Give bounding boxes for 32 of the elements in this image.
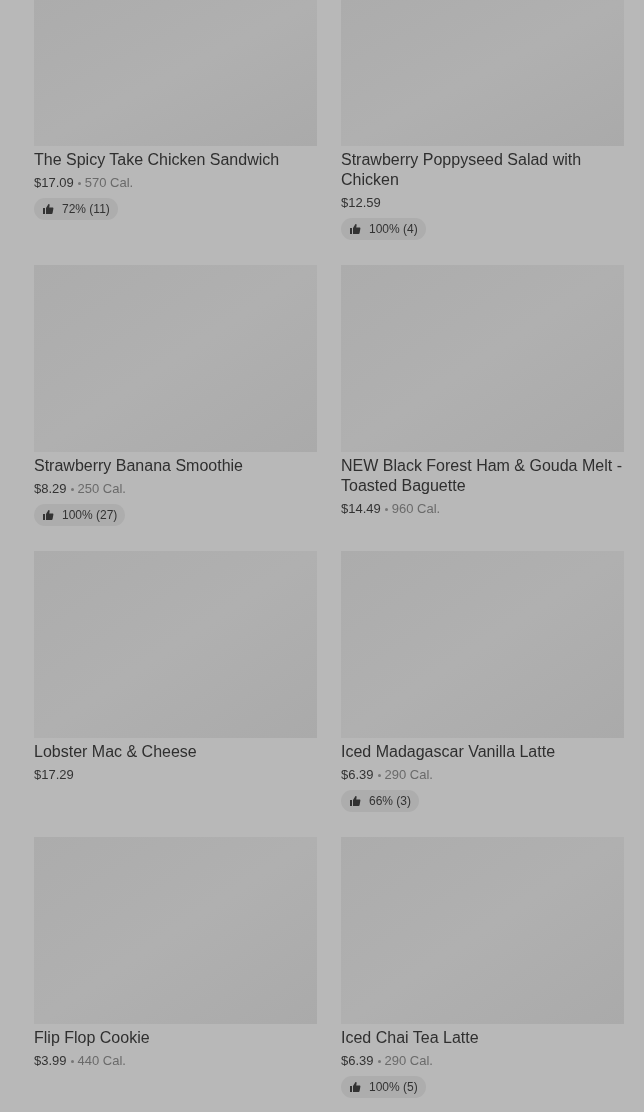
thumbs-up-icon [349,795,361,807]
item-calories: 960 Cal. [391,500,441,518]
item-name[interactable]: Iced Madagascar Vanilla Latte [341,742,624,762]
rating-text: 66% (3) [369,793,412,810]
item-name[interactable]: Iced Chai Tea Latte [341,1028,624,1048]
item-name[interactable]: Flip Flop Cookie [34,1028,317,1048]
rating-text: 100% (5) [369,1079,418,1096]
item-price: $3.99 [34,1052,67,1070]
rating-text: 72% (11) [62,201,110,218]
item-name[interactable]: Strawberry Poppyseed Salad with Chicken [341,150,624,190]
thumbs-up-icon [349,1081,361,1093]
item-calories: 250 Cal. [77,480,126,498]
item-name[interactable]: The Spicy Take Chicken Sandwich [34,150,317,170]
item-price: $17.09 [34,174,74,192]
rating-text: 100% (27) [62,507,118,524]
thumbs-up-icon [42,509,54,521]
thumbs-up-icon [42,203,54,215]
item-price: $6.39 [341,1052,374,1070]
item-calories: 290 Cal. [384,1052,433,1070]
item-name[interactable]: Lobster Mac & Cheese [34,742,317,762]
item-name[interactable]: Strawberry Banana Smoothie [34,456,317,476]
item-name[interactable]: NEW Black Forest Ham & Gouda Melt - Toasted Baguette [341,456,624,496]
item-price: $6.39 [341,766,374,784]
item-price: $8.29 [34,480,67,498]
thumbs-up-icon [349,223,361,235]
item-price: $17.29 [34,766,74,784]
item-calories: 570 Cal. [84,174,134,192]
item-price: $12.59 [341,194,381,212]
item-price: $14.49 [341,500,381,518]
item-calories: 440 Cal. [77,1052,126,1070]
rating-text: 100% (4) [369,221,418,238]
item-calories: 290 Cal. [384,766,433,784]
